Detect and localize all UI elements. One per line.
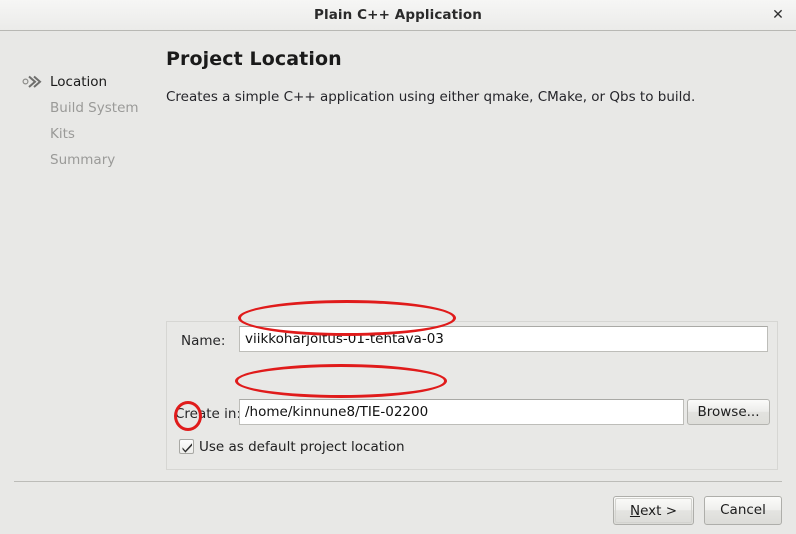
sidebar-item-label: Location [50, 74, 108, 90]
next-button[interactable]: Next > [613, 496, 694, 525]
browse-button[interactable]: Browse... [687, 399, 770, 425]
next-button-label: ext > [640, 503, 678, 519]
sidebar-item-label: Summary [50, 152, 116, 168]
cancel-button[interactable]: Cancel [704, 496, 782, 525]
double-chevron-right-icon [22, 75, 44, 89]
page-description: Creates a simple C++ application using e… [166, 89, 696, 105]
page-title: Project Location [166, 48, 342, 70]
create-in-label: Create in: [175, 406, 242, 422]
wizard-step-sidebar: Location Build System Kits Summary [0, 31, 160, 481]
footer-separator [14, 481, 782, 482]
sidebar-item-label: Kits [50, 126, 75, 142]
wizard-body: Location Build System Kits Summary Proje… [0, 31, 796, 534]
window-title: Plain C++ Application [313, 7, 482, 23]
close-icon[interactable]: ✕ [768, 6, 788, 26]
next-button-focus-ring: Next > [615, 498, 692, 523]
use-as-default-checkbox[interactable] [179, 439, 194, 454]
name-label: Name: [181, 333, 226, 349]
name-input[interactable]: viikkoharjoitus-01-tehtava-03 [239, 326, 768, 352]
create-in-input[interactable]: /home/kinnune8/TIE-02200 [239, 399, 684, 425]
next-button-mnemonic: N [629, 503, 641, 519]
sidebar-item-label: Build System [50, 100, 139, 116]
project-location-form: Name: viikkoharjoitus-01-tehtava-03 Crea… [166, 321, 778, 470]
checkmark-icon [182, 443, 192, 453]
use-as-default-checkbox-label: Use as default project location [199, 439, 405, 455]
window-titlebar: Plain C++ Application ✕ [0, 0, 796, 31]
